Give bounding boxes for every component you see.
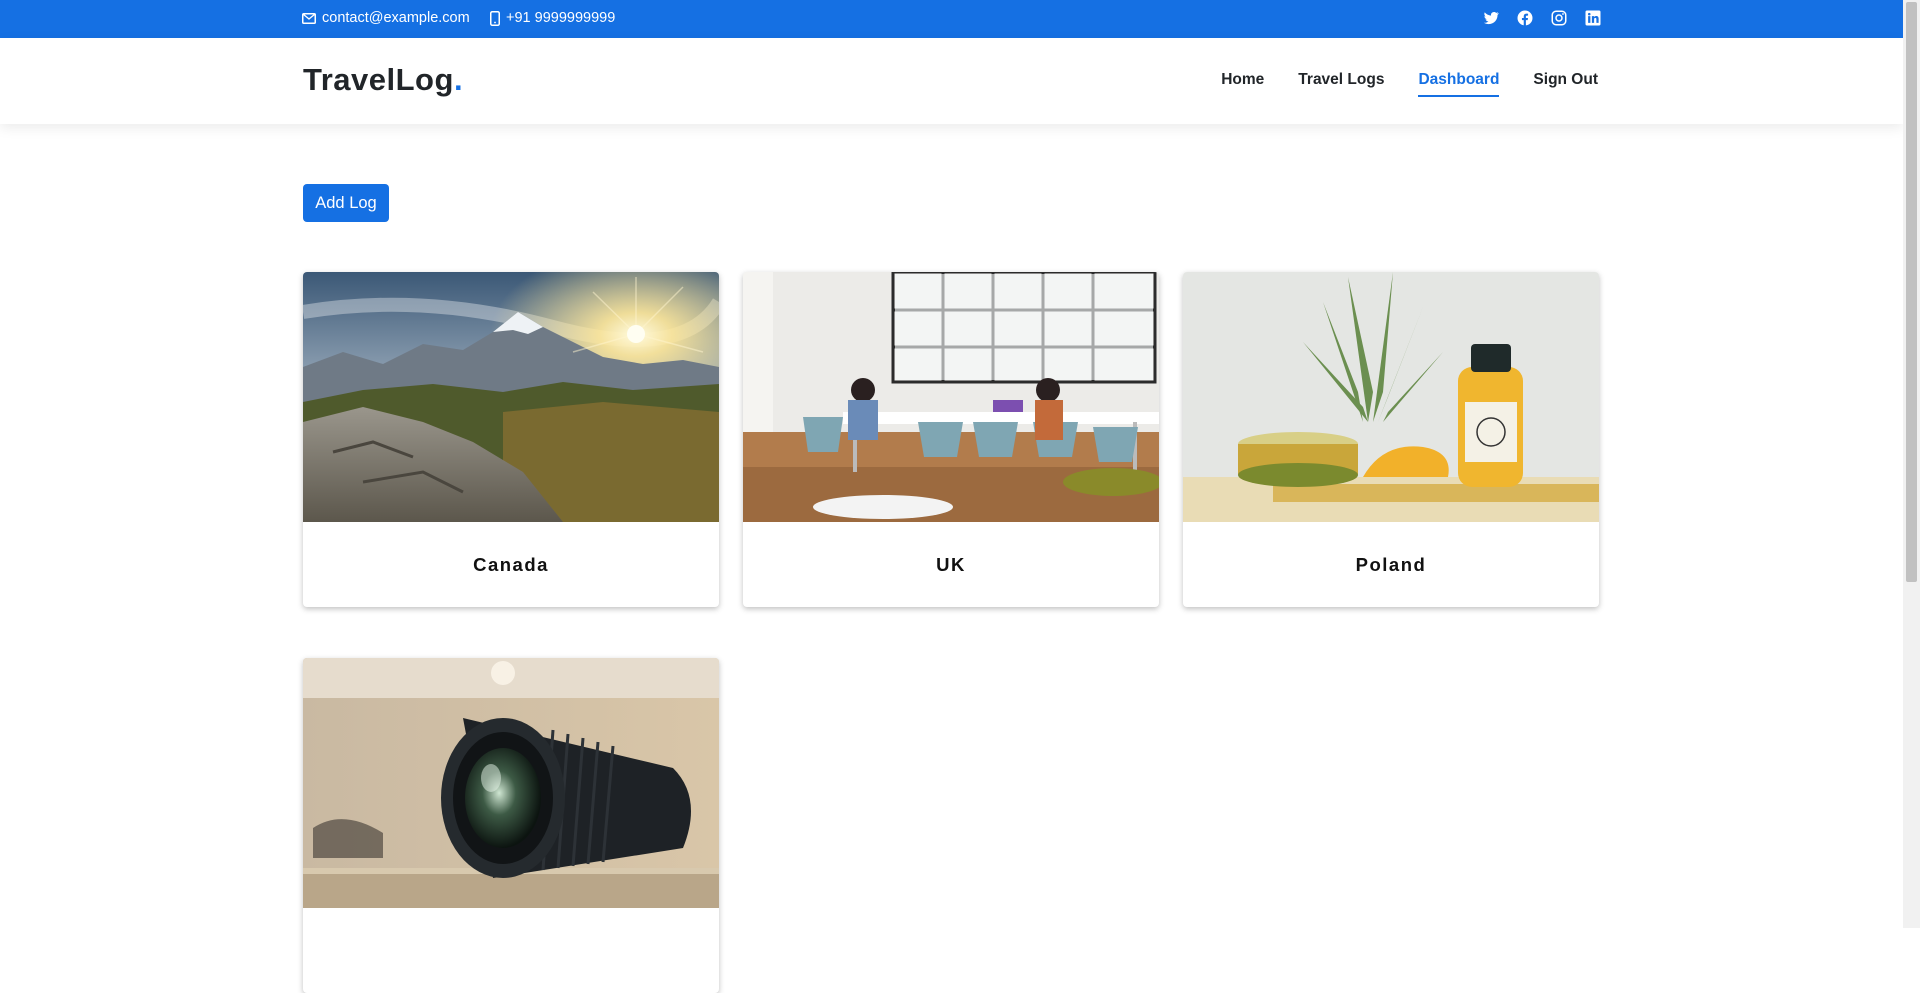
site-logo[interactable]: TravelLog. xyxy=(303,62,463,98)
contact-phone-text: +91 9999999999 xyxy=(506,10,616,26)
contact-email[interactable]: contact@example.com xyxy=(302,10,470,26)
contact-phone[interactable]: +91 9999999999 xyxy=(490,10,615,26)
card-image xyxy=(1183,272,1599,522)
camera-lens-photo xyxy=(303,658,719,908)
contact-email-text: contact@example.com xyxy=(322,10,470,26)
page-scrollbar[interactable] xyxy=(1903,0,1920,928)
top-contact-bar: contact@example.com +91 9999999999 xyxy=(0,0,1903,38)
social-links xyxy=(1482,9,1602,27)
phone-icon xyxy=(490,10,500,26)
nav-home[interactable]: Home xyxy=(1221,71,1264,97)
nav-travel-logs[interactable]: Travel Logs xyxy=(1298,71,1384,97)
pineapple-juice-photo xyxy=(1183,272,1599,522)
office-meeting-photo xyxy=(743,272,1159,522)
scrollbar-thumb[interactable] xyxy=(1906,2,1917,582)
nav-sign-out[interactable]: Sign Out xyxy=(1533,71,1598,97)
card-title: Canada xyxy=(473,553,549,575)
mountain-sunset-photo xyxy=(303,272,719,522)
card-title: Poland xyxy=(1355,553,1427,575)
envelope-icon xyxy=(302,12,316,24)
log-card[interactable]: Poland xyxy=(1183,272,1599,607)
log-card[interactable]: UK xyxy=(743,272,1159,607)
nav-dashboard[interactable]: Dashboard xyxy=(1418,71,1500,97)
twitter-icon[interactable] xyxy=(1482,9,1500,27)
add-log-button[interactable]: Add Log xyxy=(303,184,389,222)
card-image xyxy=(303,272,719,522)
logo-dot: . xyxy=(453,62,464,97)
instagram-icon[interactable] xyxy=(1550,9,1568,27)
card-title: UK xyxy=(936,553,966,575)
site-header: TravelLog. Home Travel Logs Dashboard Si… xyxy=(0,38,1903,124)
log-card[interactable] xyxy=(303,658,719,993)
card-image xyxy=(743,272,1159,522)
linkedin-icon[interactable] xyxy=(1584,9,1602,27)
facebook-icon[interactable] xyxy=(1516,9,1534,27)
log-card[interactable]: Canada xyxy=(303,272,719,607)
logo-text: TravelLog xyxy=(303,62,454,97)
card-title xyxy=(303,908,719,993)
main-nav: Home Travel Logs Dashboard Sign Out xyxy=(1221,71,1598,97)
card-image xyxy=(303,658,719,908)
